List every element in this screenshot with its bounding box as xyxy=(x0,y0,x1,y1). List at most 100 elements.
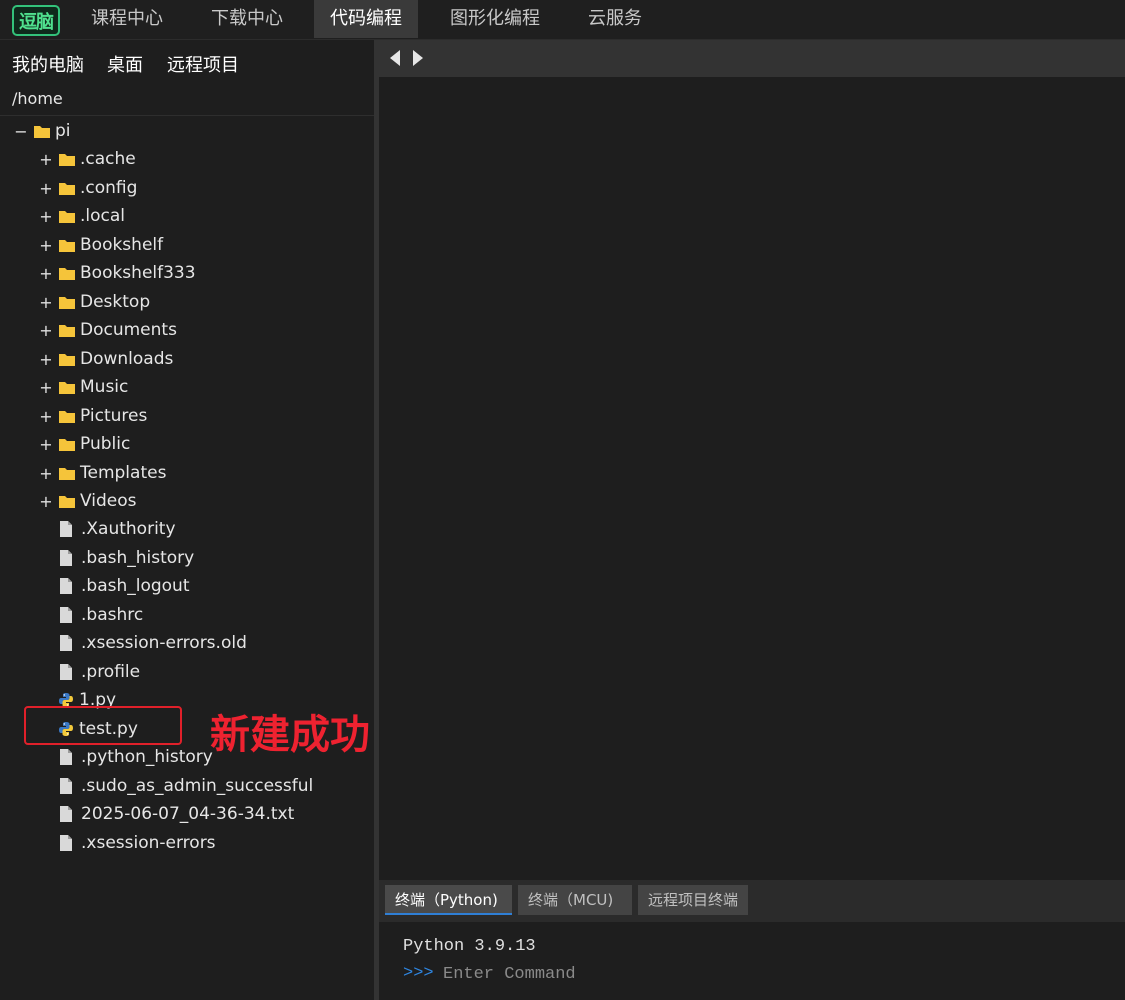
nav-tab-graphical-coding[interactable]: 图形化编程 xyxy=(434,0,556,38)
expand-toggle[interactable]: + xyxy=(39,350,53,369)
expand-toggle[interactable]: + xyxy=(39,378,53,397)
expand-toggle[interactable]: + xyxy=(39,264,53,283)
file-label: .bash_logout xyxy=(81,576,190,596)
folder-label: Desktop xyxy=(80,292,151,312)
folder-item[interactable]: + .cache xyxy=(39,147,136,171)
folder-icon xyxy=(59,211,75,223)
folder-label: Public xyxy=(80,434,131,454)
file-icon xyxy=(60,521,72,537)
folder-label: Bookshelf333 xyxy=(80,263,196,283)
folder-icon xyxy=(59,297,75,309)
file-icon xyxy=(60,778,72,794)
folder-icon xyxy=(59,183,75,195)
command-input[interactable] xyxy=(443,962,843,986)
folder-label: Pictures xyxy=(80,406,148,426)
folder-item[interactable]: + Bookshelf xyxy=(39,233,163,257)
expand-toggle[interactable]: + xyxy=(39,150,53,169)
folder-label: .config xyxy=(80,178,138,198)
top-nav-bar: 逗脑 课程中心 下载中心 代码编程 图形化编程 云服务 xyxy=(0,0,1125,40)
file-item[interactable]: .profile xyxy=(58,660,140,684)
expand-toggle[interactable]: + xyxy=(39,435,53,454)
file-icon xyxy=(60,635,72,651)
file-label: .sudo_as_admin_successful xyxy=(81,776,314,796)
file-icon xyxy=(60,749,72,765)
collapse-toggle[interactable]: − xyxy=(14,122,28,141)
terminal-tab-remote[interactable]: 远程项目终端 xyxy=(638,885,748,915)
folder-label: Videos xyxy=(80,491,137,511)
terminal-tab-python[interactable]: 终端（Python) xyxy=(385,885,512,915)
nav-tab-cloud-service[interactable]: 云服务 xyxy=(572,0,658,38)
folder-item[interactable]: + .local xyxy=(39,204,125,228)
folder-item[interactable]: + Bookshelf333 xyxy=(39,261,196,285)
scroll-right-arrow-icon[interactable] xyxy=(413,50,423,66)
expand-toggle[interactable]: + xyxy=(39,207,53,226)
folder-icon xyxy=(59,382,75,394)
scroll-left-arrow-icon[interactable] xyxy=(390,50,400,66)
file-icon xyxy=(60,664,72,680)
annotation-text: 新建成功 xyxy=(210,712,370,758)
source-tab-remote-projects[interactable]: 远程项目 xyxy=(167,51,239,77)
file-label: .bashrc xyxy=(81,605,144,625)
file-icon xyxy=(60,578,72,594)
file-item[interactable]: .xsession-errors.old xyxy=(58,631,247,655)
source-tab-my-computer[interactable]: 我的电脑 xyxy=(12,51,84,77)
folder-label: .local xyxy=(80,206,126,226)
nav-tab-downloads[interactable]: 下载中心 xyxy=(195,0,299,38)
expand-toggle[interactable]: + xyxy=(39,321,53,340)
terminal-tab-mcu[interactable]: 终端（MCU) xyxy=(518,885,632,915)
expand-toggle[interactable]: + xyxy=(39,464,53,483)
file-label: .xsession-errors xyxy=(81,833,216,853)
nav-tab-coding[interactable]: 代码编程 xyxy=(314,0,418,38)
folder-icon xyxy=(59,496,75,508)
expand-toggle[interactable]: + xyxy=(39,179,53,198)
path-divider xyxy=(0,115,374,116)
folder-icon xyxy=(59,439,75,451)
folder-label: Bookshelf xyxy=(80,235,164,255)
file-label: .profile xyxy=(81,662,141,682)
file-label: .python_history xyxy=(81,747,213,767)
folder-item[interactable]: + .config xyxy=(39,176,137,200)
file-label: .bash_history xyxy=(81,548,195,568)
code-editor-area[interactable] xyxy=(379,77,1125,880)
current-path: /home xyxy=(12,89,63,108)
source-tab-desktop[interactable]: 桌面 xyxy=(107,51,143,77)
folder-item[interactable]: + Pictures xyxy=(39,404,147,428)
expand-toggle[interactable]: + xyxy=(39,407,53,426)
file-item[interactable]: .xsession-errors xyxy=(58,831,216,855)
file-label: .Xauthority xyxy=(81,519,176,539)
folder-item[interactable]: + Videos xyxy=(39,489,137,513)
file-icon xyxy=(60,550,72,566)
folder-item[interactable]: + Desktop xyxy=(39,290,150,314)
app-logo[interactable]: 逗脑 xyxy=(12,5,60,36)
folder-item[interactable]: + Templates xyxy=(39,461,166,485)
nav-tab-courses[interactable]: 课程中心 xyxy=(75,0,179,38)
folder-item[interactable]: + Public xyxy=(39,432,130,456)
folder-open-icon xyxy=(34,126,50,138)
folder-icon xyxy=(59,354,75,366)
editor-tab-bar xyxy=(379,40,1125,77)
terminal-prompt: >>> xyxy=(403,964,434,983)
file-item[interactable]: .bash_history xyxy=(58,546,194,570)
file-icon xyxy=(60,835,72,851)
folder-icon xyxy=(59,325,75,337)
folder-item[interactable]: + Downloads xyxy=(39,347,173,371)
file-icon xyxy=(60,806,72,822)
expand-toggle[interactable]: + xyxy=(39,236,53,255)
file-item[interactable]: .sudo_as_admin_successful xyxy=(58,774,313,798)
file-item[interactable]: .bashrc xyxy=(58,603,143,627)
expand-toggle[interactable]: + xyxy=(39,293,53,312)
file-item[interactable]: .Xauthority xyxy=(58,517,176,541)
tree-root-pi[interactable]: − pi xyxy=(14,119,71,143)
tree-label: pi xyxy=(55,121,71,141)
file-label: .xsession-errors.old xyxy=(81,633,247,653)
file-item[interactable]: .python_history xyxy=(58,745,213,769)
folder-icon xyxy=(59,240,75,252)
highlight-box xyxy=(24,706,182,745)
folder-icon xyxy=(59,154,75,166)
folder-label: .cache xyxy=(80,149,136,169)
expand-toggle[interactable]: + xyxy=(39,492,53,511)
file-item[interactable]: 2025-06-07_04-36-34.txt xyxy=(58,802,294,826)
folder-item[interactable]: + Music xyxy=(39,375,128,399)
file-item[interactable]: .bash_logout xyxy=(58,574,190,598)
folder-item[interactable]: + Documents xyxy=(39,318,177,342)
